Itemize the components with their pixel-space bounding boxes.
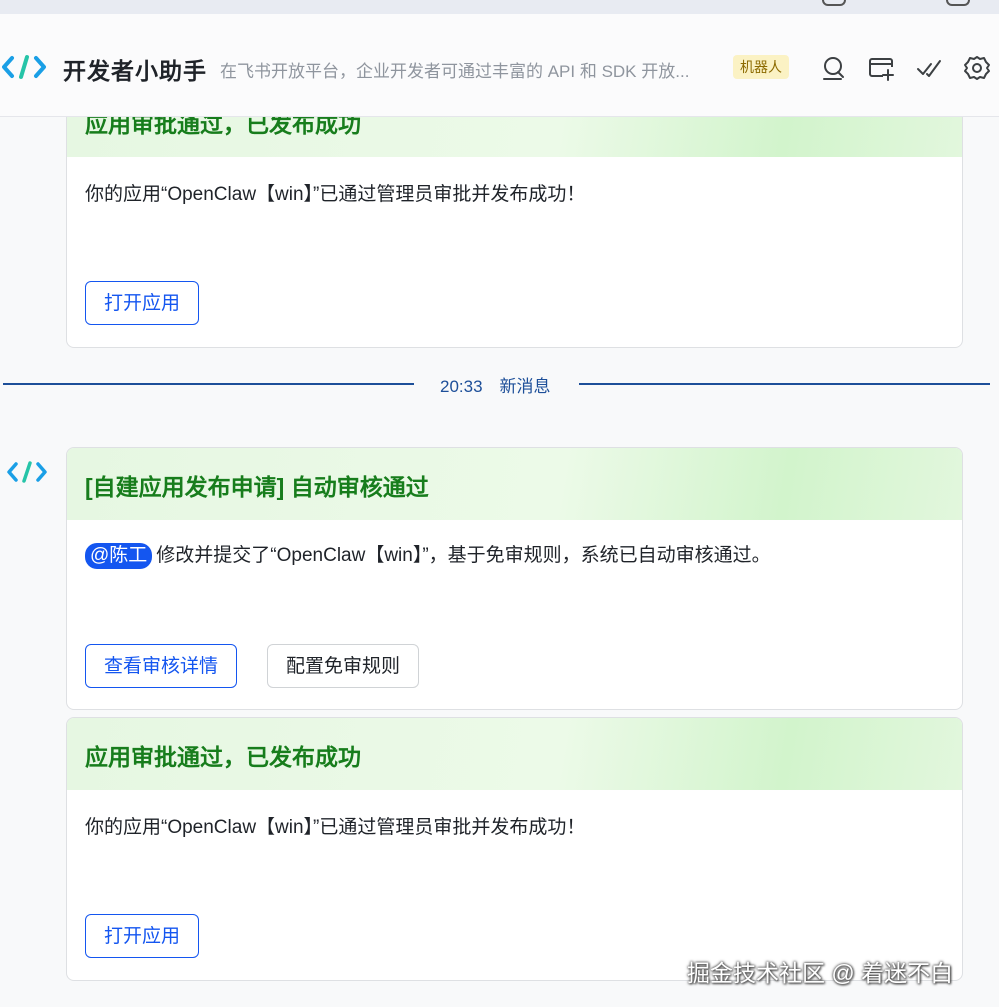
chat-header: 开发者小助手 在飞书开放平台，企业开发者可通过丰富的 API 和 SDK 开放.… [0,14,999,117]
configure-exemption-rules-button[interactable]: 配置免审规则 [267,644,420,688]
user-mention[interactable]: @陈工 [85,543,153,569]
card-message-body: 修改并提交了“OpenClaw【win】”，基于免审规则，系统已自动审核通过。 [156,545,771,566]
developer-assistant-logo-icon[interactable] [0,52,48,82]
open-app-button[interactable]: 打开应用 [85,281,200,325]
divider-label: 20:33 新消息 [440,377,551,396]
card-header: 应用审批通过，已发布成功 [67,718,962,790]
tasks-icon[interactable] [915,54,943,82]
card-title: [自建应用发布申请] 自动审核通过 [85,474,429,500]
search-icon[interactable] [819,54,847,82]
card-header: 应用审批通过，已发布成功 [67,116,962,157]
view-review-details-button[interactable]: 查看审核详情 [85,644,238,688]
message-card-auto-review: [自建应用发布申请] 自动审核通过 @陈工 修改并提交了“OpenClaw【win… [66,447,963,710]
bot-badge: 机器人 [733,55,789,79]
card-title: 应用审批通过，已发布成功 [85,744,361,770]
window-top-strip [0,0,999,14]
chat-title[interactable]: 开发者小助手 [63,52,207,86]
message-card-approved: 应用审批通过，已发布成功 你的应用“OpenClaw【win】”已通过管理员审批… [66,116,963,348]
partial-icon [822,0,846,6]
watermark-text: 掘金技术社区 @ 着迷不白 [687,960,954,986]
message-card-approved: 应用审批通过，已发布成功 你的应用“OpenClaw【win】”已通过管理员审批… [66,717,963,981]
message-list[interactable]: 应用审批通过，已发布成功 你的应用“OpenClaw【win】”已通过管理员审批… [0,116,999,1007]
partial-icon [946,0,970,6]
card-message-text: 你的应用“OpenClaw【win】”已通过管理员审批并发布成功！ [85,184,586,205]
chat-description: 在飞书开放平台，企业开发者可通过丰富的 API 和 SDK 开放... [220,62,690,81]
new-messages-divider: 20:33 新消息 [3,373,990,396]
card-message-text: 你的应用“OpenClaw【win】”已通过管理员审批并发布成功！ [85,817,586,838]
card-message-text: @陈工 修改并提交了“OpenClaw【win】”，基于免审规则，系统已自动审核通… [85,540,771,569]
sender-avatar-logo-icon[interactable] [6,459,48,485]
gear-icon[interactable] [963,54,991,82]
card-title: 应用审批通过，已发布成功 [85,116,361,137]
card-header: [自建应用发布申请] 自动审核通过 [67,448,962,520]
add-tab-icon[interactable] [867,54,895,82]
divider-line [3,383,414,385]
divider-line [579,383,990,385]
open-app-button[interactable]: 打开应用 [85,914,200,958]
